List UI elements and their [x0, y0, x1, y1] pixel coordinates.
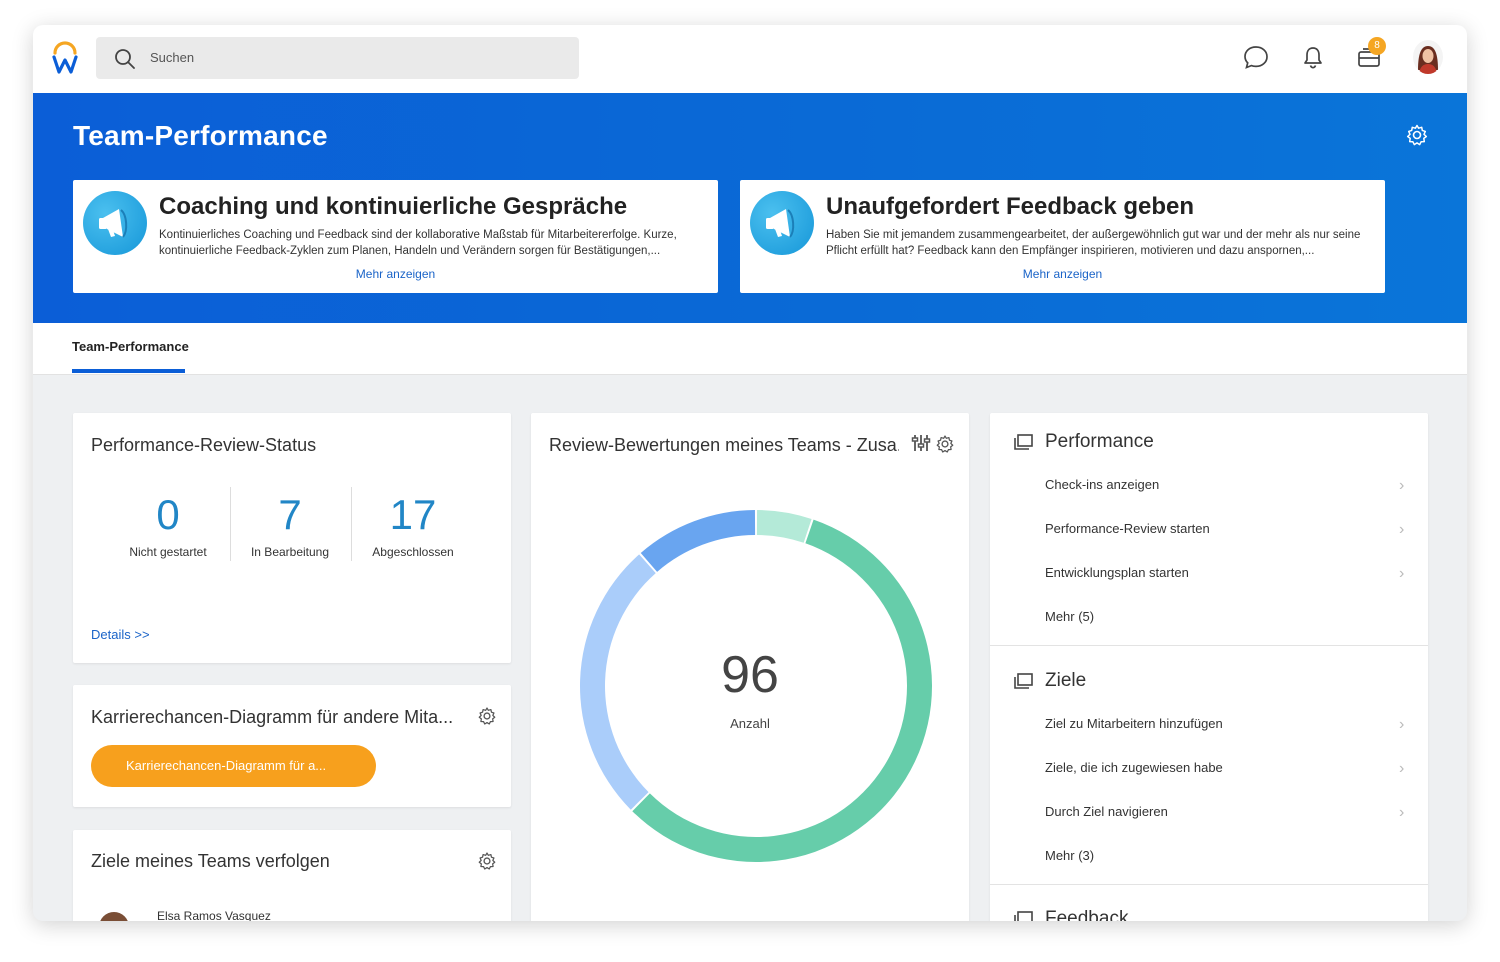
window-stack-icon: [1014, 673, 1033, 689]
stat-value: 7: [278, 491, 302, 538]
details-link[interactable]: Details >>: [91, 627, 150, 642]
action-label: Ziel zu Mitarbeitern hinzufügen: [1045, 716, 1223, 731]
promo-description: Kontinuierliches Coaching und Feedback s…: [159, 229, 677, 257]
stat-label: Nicht gestartet: [129, 545, 207, 559]
total-count: 96: [721, 646, 779, 704]
show-more-link[interactable]: Mehr anzeigen: [740, 267, 1385, 281]
chevron-right-icon: ›: [1399, 716, 1405, 733]
inbox-badge: 8: [1368, 37, 1386, 55]
chevron-right-icon: ›: [1399, 477, 1405, 494]
promo-title: Coaching und kontinuierliche Gespräche: [159, 193, 628, 220]
review-status-card: Performance-Review-Status 0 Nicht gestar…: [73, 413, 511, 663]
divider: [990, 645, 1428, 646]
hero-banner: Team-Performance Coaching und kontinuier…: [33, 93, 1467, 323]
filter-sliders-icon[interactable]: [911, 433, 931, 453]
tab-strip: Team-Performance: [33, 323, 1467, 375]
action-item[interactable]: Ziele, die ich zugewiesen habe ›: [1045, 760, 1425, 777]
chevron-right-icon: ›: [1399, 521, 1405, 538]
stat-value: 17: [389, 491, 437, 538]
chevron-right-icon: ›: [1399, 760, 1405, 777]
action-label: Mehr (5): [1045, 609, 1095, 624]
chat-icon[interactable]: [1242, 43, 1270, 71]
promo-card-feedback[interactable]: Unaufgefordert Feedback geben Haben Sie …: [740, 180, 1385, 293]
promo-title: Unaufgefordert Feedback geben: [826, 193, 1195, 220]
action-item[interactable]: Performance-Review starten ›: [1045, 521, 1425, 538]
action-label: Performance-Review starten: [1045, 521, 1210, 536]
stat-label: In Bearbeitung: [250, 545, 330, 559]
actions-card: Performance Check-ins anzeigen › Performa…: [990, 413, 1428, 921]
person-name[interactable]: Elsa Ramos Vasquez: [157, 909, 271, 921]
chevron-right-icon: ›: [1399, 565, 1405, 582]
more-link[interactable]: Mehr (3): [1045, 848, 1425, 863]
chevron-right-icon: ›: [1399, 804, 1405, 821]
section-title-performance: Performance: [1045, 431, 1154, 452]
gear-icon[interactable]: [477, 851, 497, 871]
card-title: Karrierechancen-Diagramm für andere Mita…: [91, 707, 454, 727]
stat-value: 0: [156, 491, 180, 538]
divider: [990, 884, 1428, 885]
search-input[interactable]: Suchen: [150, 50, 194, 65]
gear-icon[interactable]: [935, 434, 955, 454]
card-title: Review-Bewertungen meines Teams - Zusa..…: [549, 435, 899, 455]
user-avatar[interactable]: [1413, 40, 1443, 74]
promo-description: Haben Sie mit jemandem zusammengearbeite…: [826, 229, 1361, 257]
action-item[interactable]: Entwicklungsplan starten ›: [1045, 565, 1425, 582]
active-tab-indicator: [72, 369, 185, 373]
bell-icon[interactable]: [1299, 43, 1327, 71]
promo-card-coaching[interactable]: Coaching und kontinuierliche Gespräche K…: [73, 180, 718, 293]
stat-in-progress[interactable]: 7 In Bearbeitung: [230, 491, 350, 559]
avatar[interactable]: [99, 912, 129, 921]
section-title-feedback: Feedback: [1045, 908, 1129, 921]
action-label: Check-ins anzeigen: [1045, 477, 1160, 492]
stat-completed[interactable]: 17 Abgeschlossen: [353, 491, 473, 559]
window-stack-icon: [1014, 434, 1033, 450]
app-window: Suchen 8 Team-Performance Coaching und k…: [33, 25, 1467, 921]
action-item[interactable]: Check-ins anzeigen ›: [1045, 477, 1425, 494]
career-chart-card: Karrierechancen-Diagramm für andere Mita…: [73, 685, 511, 807]
workday-logo-icon[interactable]: [51, 41, 79, 75]
total-label: Anzahl: [730, 716, 770, 731]
more-link[interactable]: Mehr (5): [1045, 609, 1425, 624]
stat-label: Abgeschlossen: [372, 545, 454, 559]
gear-icon[interactable]: [1405, 123, 1429, 147]
team-goals-card: Ziele meines Teams verfolgen Elsa Ramos …: [73, 830, 511, 921]
ratings-card: Review-Bewertungen meines Teams - Zusa..…: [531, 413, 969, 921]
window-stack-icon: [1014, 911, 1033, 921]
top-bar: Suchen 8: [33, 25, 1467, 93]
show-more-link[interactable]: Mehr anzeigen: [73, 267, 718, 281]
search-icon: [115, 49, 135, 69]
donut-segment-1[interactable]: [756, 510, 812, 543]
action-label: Mehr (3): [1045, 848, 1095, 863]
action-item[interactable]: Durch Ziel navigieren ›: [1045, 804, 1425, 821]
career-chart-button[interactable]: Karrierechancen-Diagramm für a...: [91, 745, 376, 787]
megaphone-icon: [83, 191, 147, 255]
tab-team-performance[interactable]: Team-Performance: [72, 339, 189, 354]
search-bar[interactable]: Suchen: [96, 37, 579, 79]
section-title-goals: Ziele: [1045, 670, 1087, 691]
action-item[interactable]: Ziel zu Mitarbeitern hinzufügen ›: [1045, 716, 1425, 733]
gear-icon[interactable]: [477, 706, 497, 726]
divider: [351, 487, 352, 561]
card-title: Performance-Review-Status: [91, 435, 317, 455]
action-label: Entwicklungsplan starten: [1045, 565, 1189, 580]
action-label: Ziele, die ich zugewiesen habe: [1045, 760, 1223, 775]
action-label: Durch Ziel navigieren: [1045, 804, 1168, 819]
donut-segment-4[interactable]: [640, 510, 756, 572]
stat-not-started[interactable]: 0 Nicht gestartet: [108, 491, 228, 559]
page-title: Team-Performance: [73, 120, 328, 151]
card-title: Ziele meines Teams verfolgen: [91, 851, 330, 871]
megaphone-icon: [750, 191, 814, 255]
